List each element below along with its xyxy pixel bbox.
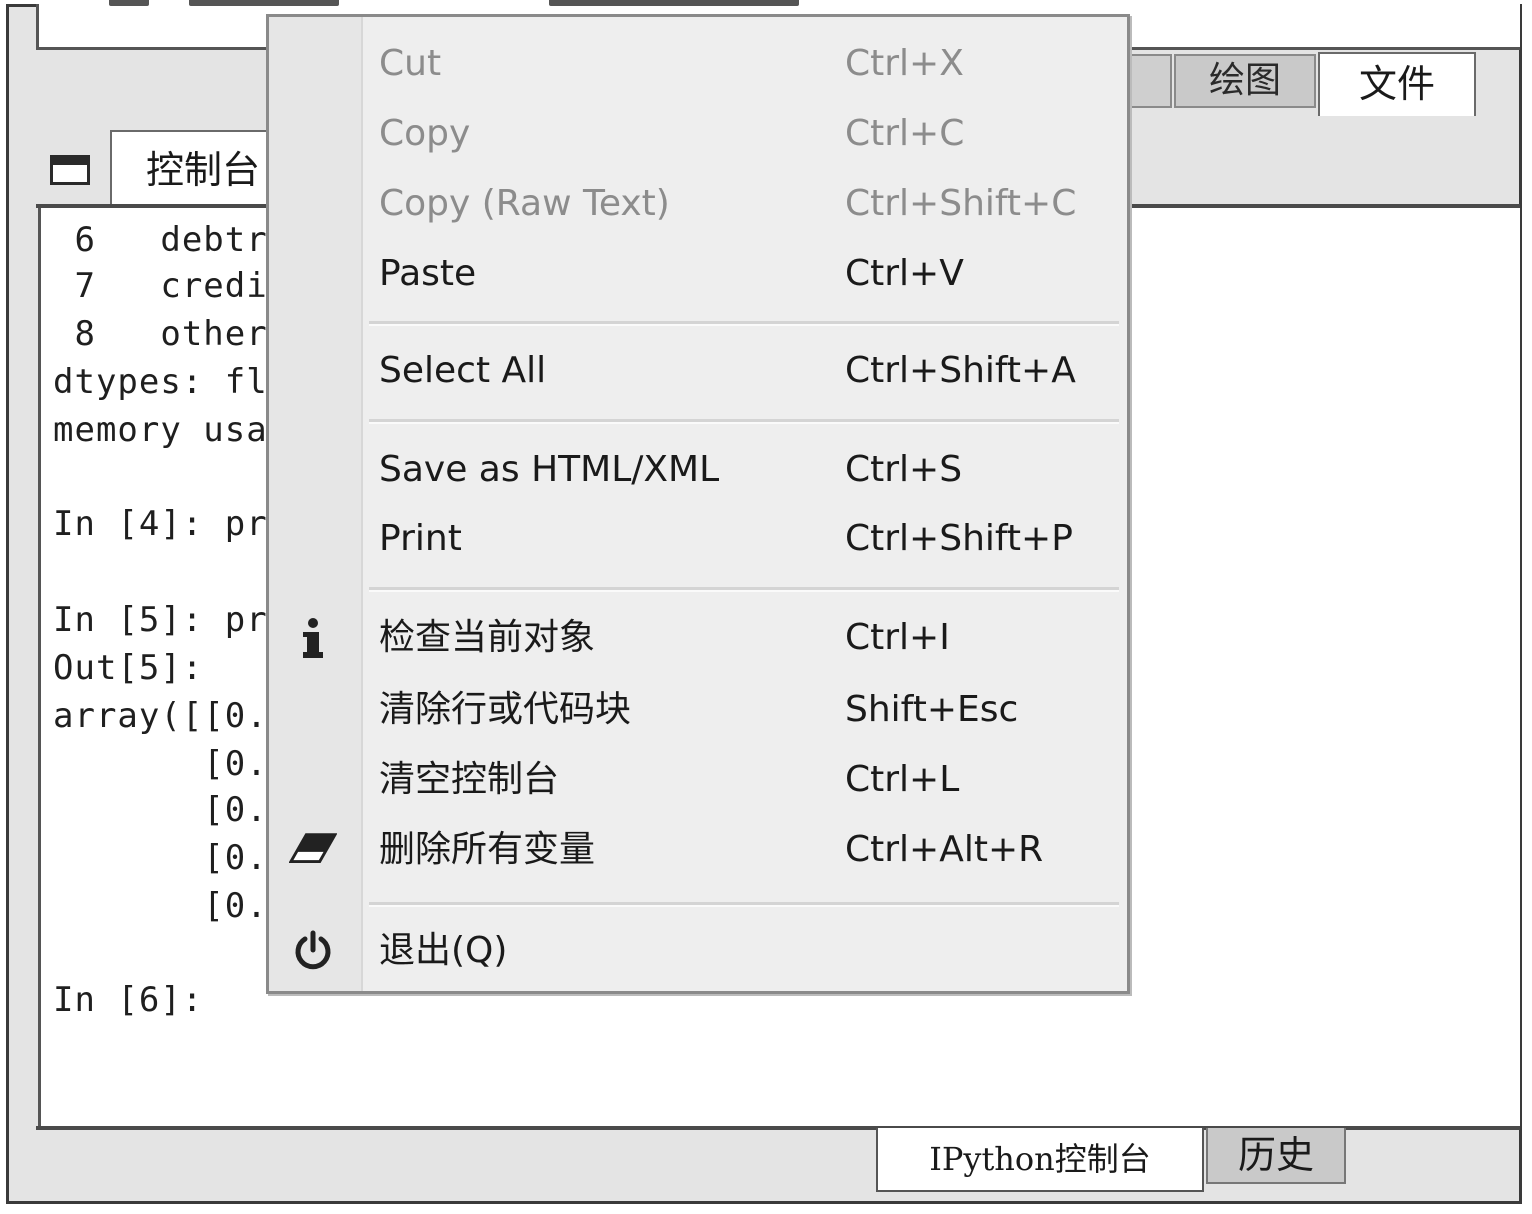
menu-item-shortcut: Ctrl+C — [845, 113, 965, 154]
menu-item-label: Copy — [379, 113, 471, 154]
console-line: [0. — [53, 744, 268, 784]
menu-item-shortcut: Ctrl+Shift+C — [845, 183, 1077, 224]
menu-item-label: 退出(Q) — [379, 930, 508, 971]
console-line: [0. — [53, 886, 268, 926]
menu-item-cut[interactable]: Cut Ctrl+X — [269, 34, 1127, 94]
menu-item-label: 清空控制台 — [379, 759, 560, 800]
tab-plots[interactable]: 绘图 — [1174, 54, 1316, 108]
console-line: 7 credi — [53, 266, 268, 306]
menu-item-copy[interactable]: Copy Ctrl+C — [269, 104, 1127, 164]
menu-item-remove-variables[interactable]: 删除所有变量 Ctrl+Alt+R — [269, 820, 1127, 880]
menu-item-clear-line[interactable]: 清除行或代码块 Shift+Esc — [269, 680, 1127, 740]
menu-item-label: 删除所有变量 — [379, 829, 596, 870]
menu-item-shortcut: Ctrl+I — [845, 617, 950, 658]
truncated-row-glyph — [549, 0, 799, 6]
menu-item-shortcut: Ctrl+L — [845, 759, 960, 800]
menu-item-copy-raw-text[interactable]: Copy (Raw Text) Ctrl+Shift+C — [269, 174, 1127, 234]
undock-icon[interactable] — [50, 155, 90, 185]
menu-item-shortcut: Ctrl+Alt+R — [845, 829, 1044, 870]
truncated-row-glyph — [109, 0, 149, 6]
console-prompt[interactable]: In [6]: — [53, 980, 203, 1020]
console-line: [0. — [53, 838, 268, 878]
menu-item-print[interactable]: Print Ctrl+Shift+P — [269, 509, 1127, 569]
menu-item-shortcut: Ctrl+Shift+P — [845, 518, 1073, 559]
console-line: 8 other — [53, 314, 268, 354]
menu-item-shortcut: Ctrl+X — [845, 43, 964, 84]
menu-item-label: 检查当前对象 — [379, 617, 596, 658]
menu-item-inspect-object[interactable]: 检查当前对象 Ctrl+I — [269, 608, 1127, 668]
menu-item-label: Cut — [379, 43, 442, 84]
eraser-icon — [289, 826, 337, 874]
tab-hidden[interactable] — [1128, 54, 1172, 108]
menu-separator — [369, 321, 1119, 326]
menu-item-quit[interactable]: 退出(Q) — [269, 921, 1127, 981]
console-line: memory usa — [53, 410, 268, 450]
console-line: [0. — [53, 790, 268, 830]
menu-item-label: Paste — [379, 253, 477, 294]
console-line: In [5]: pr — [53, 600, 268, 640]
menu-separator — [369, 419, 1119, 424]
console-line: Out[5]: — [53, 648, 204, 688]
menu-item-shortcut: Shift+Esc — [845, 689, 1019, 730]
menu-item-label: Save as HTML/XML — [379, 449, 720, 490]
console-line: In [4]: pr — [53, 504, 268, 544]
menu-item-label: Copy (Raw Text) — [379, 183, 670, 224]
menu-item-clear-console[interactable]: 清空控制台 Ctrl+L — [269, 750, 1127, 810]
console-line: array([[0. — [53, 696, 268, 736]
menu-item-save-html[interactable]: Save as HTML/XML Ctrl+S — [269, 440, 1127, 500]
truncated-row-glyph — [189, 0, 339, 6]
power-icon — [289, 927, 337, 975]
tab-files[interactable]: 文件 — [1318, 52, 1476, 116]
menu-item-label: Select All — [379, 350, 547, 391]
menu-item-label: 清除行或代码块 — [379, 689, 632, 730]
console-line: 6 debtr — [53, 220, 268, 260]
context-menu: Cut Ctrl+X Copy Ctrl+C Copy (Raw Text) C… — [266, 14, 1130, 994]
menu-item-paste[interactable]: Paste Ctrl+V — [269, 244, 1127, 304]
menu-item-shortcut: Ctrl+V — [845, 253, 964, 294]
tab-ipython-console[interactable]: IPython控制台 — [876, 1128, 1204, 1192]
console-line: dtypes: fl — [53, 362, 268, 402]
tab-console[interactable]: 控制台 — [110, 130, 280, 208]
tab-history[interactable]: 历史 — [1206, 1128, 1346, 1184]
menu-item-shortcut: Ctrl+Shift+A — [845, 350, 1076, 391]
menu-separator — [369, 902, 1119, 907]
menu-item-select-all[interactable]: Select All Ctrl+Shift+A — [269, 341, 1127, 401]
menu-separator — [369, 587, 1119, 592]
menu-item-label: Print — [379, 518, 462, 559]
info-icon — [289, 614, 337, 662]
menu-item-shortcut: Ctrl+S — [845, 449, 963, 490]
